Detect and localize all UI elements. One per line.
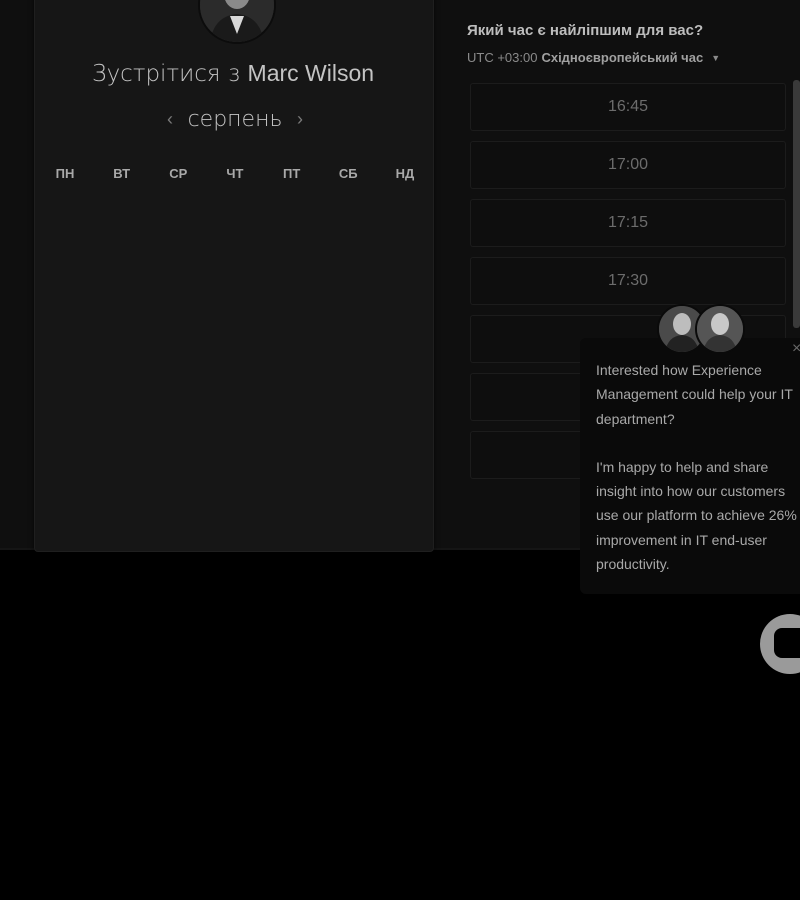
weekday-wed: СР: [169, 166, 188, 181]
meet-title: Зустрітися з Marc Wilson: [34, 60, 432, 87]
time-slot[interactable]: 16:45: [470, 83, 786, 131]
timezone-offset: UTC +03:00: [467, 50, 538, 65]
chevron-left-icon[interactable]: ‹: [160, 109, 180, 130]
timezone-selector[interactable]: UTC +03:00 Східноєвропейський час ▼: [467, 50, 720, 65]
weekday-fri: ПТ: [282, 166, 301, 181]
weekday-sun: НД: [395, 166, 415, 181]
agent-photo-icon: [697, 306, 743, 352]
weekday-thu: ЧТ: [226, 166, 244, 181]
chat-agent-avatars: [657, 304, 747, 356]
close-icon[interactable]: ×: [792, 340, 800, 358]
chat-paragraph: Interested how Experience Management cou…: [596, 362, 793, 427]
timezone-name: Східноєвропейський час: [541, 50, 704, 65]
weekday-sat: СБ: [338, 166, 358, 181]
weekday-header: ПН ВТ СР ЧТ ПТ СБ НД: [36, 166, 434, 181]
time-question: Який час є найліпшим для вас?: [467, 22, 704, 39]
weekday-tue: ВТ: [113, 166, 131, 181]
chat-launcher-button[interactable]: [760, 614, 800, 674]
chevron-right-icon[interactable]: ›: [290, 109, 310, 130]
time-slot[interactable]: 17:30: [470, 257, 786, 305]
chat-paragraph: I'm happy to help and share insight into…: [596, 458, 797, 573]
month-navigator: ‹ серпень ›: [160, 104, 310, 134]
meet-prefix: Зустрітися з: [91, 61, 241, 87]
chat-message: Interested how Experience Management cou…: [596, 358, 800, 576]
caret-down-icon: ▼: [711, 52, 721, 63]
weekday-mon: ПН: [55, 166, 75, 181]
slots-scrollbar[interactable]: [793, 80, 800, 328]
chat-agent-avatar: [695, 304, 745, 354]
chat-bubble-icon: [774, 628, 800, 658]
time-slot[interactable]: 17:15: [470, 199, 786, 247]
time-slot[interactable]: 17:00: [470, 141, 786, 189]
host-name: Marc Wilson: [247, 60, 375, 86]
month-label: серпень: [187, 106, 283, 132]
